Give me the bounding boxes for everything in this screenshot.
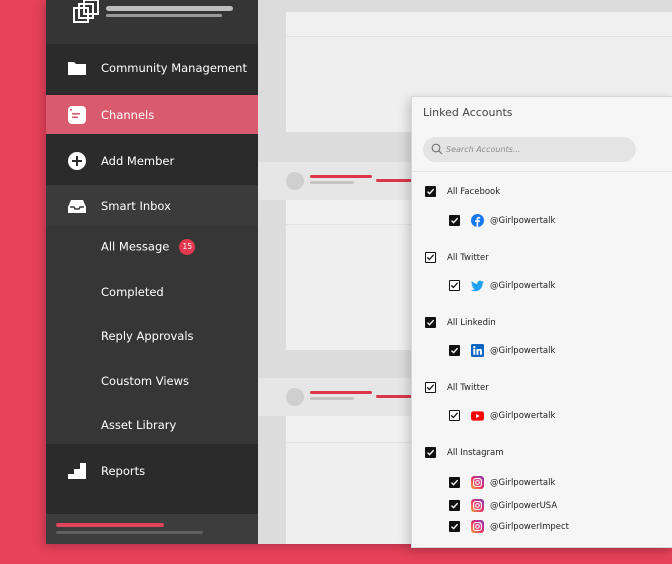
search-box [423,137,636,162]
sidebar-item-label: Smart Inbox [101,198,171,213]
panel-title: Linked Accounts [423,106,513,119]
account-twitter-girlpowertalk[interactable]: @Girlpowertalk [449,279,555,292]
unread-count-badge: 15 [179,239,196,255]
checkbox-checked[interactable] [449,500,460,511]
checkbox-checked[interactable] [449,280,460,291]
sidebar-item-label: Add Member [101,154,175,168]
checkbox-checked[interactable] [425,447,436,458]
account-handle: @Girlpowertalk [490,215,556,226]
account-name-placeholder [106,6,233,11]
plus-circle-icon [67,151,87,171]
sidebar-item-label: Channels [101,107,155,122]
search-input[interactable] [446,137,626,162]
sidebar-item-reports[interactable]: Reports [46,447,258,495]
group-label: All Instagram [447,447,504,458]
linkedin-icon [471,344,484,357]
checkbox-checked[interactable] [449,477,460,488]
submenu-item-asset-library[interactable]: Asset Library [46,404,258,446]
group-label: All Facebook [447,186,501,197]
logo-row [46,0,258,44]
submenu-item-completed[interactable]: Completed [46,271,258,313]
submenu-item-all-message[interactable]: All Message 15 [46,226,258,268]
post-author-placeholder [310,391,372,394]
checkbox-checked[interactable] [449,345,460,356]
account-youtube-girlpowertalk[interactable]: @Girlpowertalk [449,409,555,422]
stairs-icon [67,461,87,481]
sidebar-item-community-management[interactable]: Community Management [46,44,258,92]
submenu-item-label: Asset Library [101,418,177,432]
avatar [286,172,304,190]
avatar [286,388,304,406]
account-instagram-girlpowertalk[interactable]: @Girlpowertalk [449,476,555,489]
checkbox-checked[interactable] [425,382,436,393]
youtube-icon [471,409,484,422]
sidebar-item-smart-inbox[interactable]: Smart Inbox [46,185,258,226]
sidebar-item-label: Community Management [101,61,247,75]
facebook-icon [471,214,484,227]
smart-inbox-submenu: All Message 15 Completed Reply Approvals … [46,226,258,444]
checkbox-checked[interactable] [425,186,436,197]
account-handle: @Girlpowertalk [490,345,556,356]
submenu-item-label: All Message [101,239,170,254]
submenu-item-label: Completed [101,285,164,299]
checkbox-checked[interactable] [449,521,460,532]
sidebar-item-label: Reports [101,464,146,478]
divider [412,171,672,172]
footer-accent-placeholder [56,523,164,527]
submenu-item-reply-approvals[interactable]: Reply Approvals [46,315,258,357]
footer-text-placeholder [56,531,203,534]
channels-icon [67,105,87,125]
group-label: All Twitter [447,382,489,393]
sidebar-item-add-member[interactable]: Add Member [46,137,258,185]
account-handle: @Girlpowertalk [490,410,556,421]
search-icon [431,143,443,155]
account-linkedin-girlpowertalk[interactable]: @Girlpowertalk [449,344,555,357]
sidebar-item-channels[interactable]: Channels [46,95,258,134]
post-meta-placeholder [310,181,354,184]
post-meta-placeholder [310,397,354,400]
instagram-icon [471,520,484,533]
sidebar-footer [46,514,258,544]
group-all-facebook[interactable]: All Facebook [425,186,500,197]
instagram-icon [471,499,484,512]
checkbox-checked[interactable] [425,252,436,263]
group-all-twitter-2[interactable]: All Twitter [425,382,489,393]
group-all-instagram[interactable]: All Instagram [425,447,503,458]
account-handle: @Girlpowertalk [490,477,556,488]
submenu-item-label-wrap: All Message 15 [101,239,196,255]
group-all-linkedin[interactable]: All Linkedin [425,317,496,328]
account-instagram-girlpowerimpect[interactable]: @GirlpowerImpect [449,520,569,533]
checkbox-checked[interactable] [425,317,436,328]
submenu-item-custom-views[interactable]: Coustom Views [46,360,258,402]
checkbox-checked[interactable] [449,215,460,226]
sidebar: Community Management Channels Add Member… [46,0,258,544]
group-all-twitter[interactable]: All Twitter [425,252,489,263]
account-handle: @GirlpowerUSA [490,500,558,511]
account-handle: @Girlpowertalk [490,280,556,291]
post-author-placeholder [310,175,372,178]
twitter-icon [471,279,484,292]
group-label: All Linkedin [447,317,496,328]
inbox-icon [67,196,87,216]
account-handle: @GirlpowerImpect [490,521,569,532]
folder-icon [67,58,87,78]
account-instagram-girlpowerusa[interactable]: @GirlpowerUSA [449,499,557,512]
account-facebook-girlpowertalk[interactable]: @Girlpowertalk [449,214,555,227]
linked-accounts-panel: Linked Accounts All Facebook @Girlpowert… [411,96,672,548]
submenu-item-label: Reply Approvals [101,329,194,343]
account-sub-placeholder [106,14,222,17]
submenu-item-label: Coustom Views [101,374,190,388]
logo-icon[interactable] [72,0,100,26]
checkbox-checked[interactable] [449,410,460,421]
group-label: All Twitter [447,252,489,263]
instagram-icon [471,476,484,489]
